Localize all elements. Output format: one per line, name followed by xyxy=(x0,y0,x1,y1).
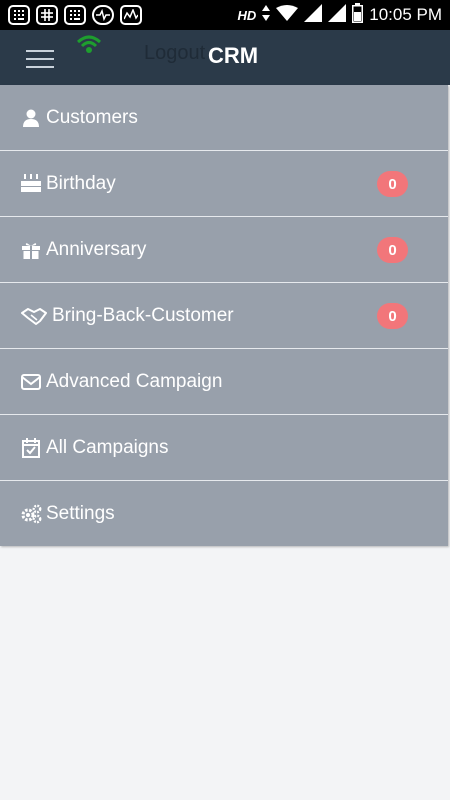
person-icon xyxy=(20,107,42,129)
drawer-item-anniversary[interactable]: Anniversary 0 xyxy=(0,217,448,283)
battery-icon xyxy=(352,2,364,28)
drawer-item-label: Bring-Back-Customer xyxy=(52,304,234,326)
drawer-item-settings[interactable]: Settings xyxy=(0,481,448,546)
wifi-signal-icon xyxy=(276,4,299,26)
drawer-item-label: Anniversary xyxy=(46,238,147,260)
drawer-item-label: Customers xyxy=(46,106,138,128)
notification-icons xyxy=(8,5,142,25)
logout-button[interactable]: Logout xyxy=(144,42,205,65)
cell-signal-icon xyxy=(328,3,347,27)
cake-icon xyxy=(20,173,42,195)
pulse-icon xyxy=(92,5,114,25)
clock: 10:05 PM xyxy=(369,5,442,24)
drawer-item-customers[interactable]: Customers xyxy=(0,85,448,151)
drawer-item-label: Advanced Campaign xyxy=(46,370,223,392)
chart-icon xyxy=(120,5,142,25)
calculator-icon xyxy=(8,5,30,25)
wifi-icon xyxy=(76,34,102,59)
slack-icon xyxy=(36,5,58,25)
calendar-check-icon xyxy=(20,437,42,459)
app-title: CRM xyxy=(208,43,259,68)
drawer-item-label: All Campaigns xyxy=(46,436,169,458)
app-toolbar: Logout CRM xyxy=(0,30,450,85)
drawer-item-advanced-campaign[interactable]: Advanced Campaign xyxy=(0,349,448,415)
drawer-item-birthday[interactable]: Birthday 0 xyxy=(0,151,448,217)
gift-icon xyxy=(20,239,42,261)
network-type-label: HD xyxy=(237,7,257,23)
status-bar: HD 10:05 PM xyxy=(0,0,450,30)
cell-signal-icon xyxy=(304,3,323,27)
hamburger-menu-button[interactable] xyxy=(26,48,56,70)
drawer-item-bring-back-customer[interactable]: Bring-Back-Customer 0 xyxy=(0,283,448,349)
data-arrows-icon xyxy=(262,4,271,26)
calculator-icon xyxy=(64,5,86,25)
anniversary-count-badge: 0 xyxy=(377,237,408,263)
drawer-item-label: Settings xyxy=(46,502,115,524)
drawer-item-all-campaigns[interactable]: All Campaigns xyxy=(0,415,448,481)
birthday-count-badge: 0 xyxy=(377,171,408,197)
handshake-icon xyxy=(20,305,48,327)
envelope-icon xyxy=(20,371,42,393)
bring-back-count-badge: 0 xyxy=(377,303,408,329)
drawer-item-label: Birthday xyxy=(46,172,116,194)
navigation-drawer: Customers Birthday 0 Anniversary 0 Bring… xyxy=(0,85,448,546)
gears-icon xyxy=(20,503,42,525)
